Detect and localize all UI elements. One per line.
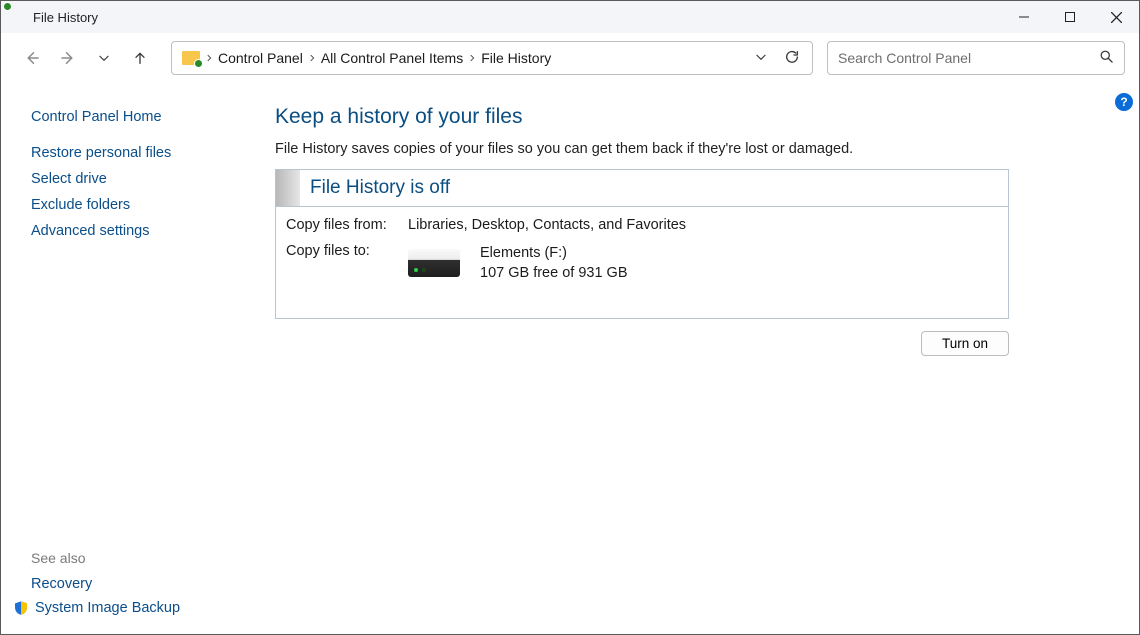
titlebar: File History — [1, 1, 1139, 33]
see-also-system-image-backup[interactable]: System Image Backup — [35, 600, 180, 616]
chevron-right-icon[interactable] — [467, 50, 477, 66]
search-input[interactable] — [838, 50, 1099, 66]
nav-row: Control Panel All Control Panel Items Fi… — [1, 33, 1139, 83]
copy-from-label: Copy files from: — [286, 217, 408, 233]
breadcrumb-segment[interactable]: All Control Panel Items — [321, 50, 463, 66]
breadcrumb-segment[interactable]: File History — [481, 50, 551, 66]
search-icon[interactable] — [1099, 49, 1114, 67]
window-title: File History — [33, 10, 98, 25]
copy-to-label: Copy files to: — [286, 243, 408, 284]
copy-from-value: Libraries, Desktop, Contacts, and Favori… — [408, 217, 998, 233]
panel-stripe — [276, 170, 300, 206]
main-content: Keep a history of your files File Histor… — [259, 83, 1139, 634]
sidebar-link-advanced-settings[interactable]: Advanced settings — [31, 223, 249, 239]
maximize-button[interactable] — [1047, 2, 1093, 32]
sidebar: Control Panel Home Restore personal file… — [1, 83, 259, 634]
breadcrumb-segment[interactable]: Control Panel — [218, 50, 303, 66]
drive-icon — [408, 249, 460, 277]
shield-icon — [13, 600, 29, 616]
back-button[interactable] — [15, 41, 49, 75]
refresh-icon[interactable] — [784, 49, 800, 68]
address-icon — [178, 42, 204, 74]
drive-space: 107 GB free of 931 GB — [480, 263, 628, 283]
panel-title: File History is off — [300, 177, 450, 199]
sidebar-link-select-drive[interactable]: Select drive — [31, 171, 249, 187]
address-bar[interactable]: Control Panel All Control Panel Items Fi… — [171, 41, 813, 75]
chevron-right-icon[interactable] — [204, 50, 214, 66]
minimize-button[interactable] — [1001, 2, 1047, 32]
file-history-icon — [9, 8, 27, 26]
up-button[interactable] — [123, 41, 157, 75]
page-description: File History saves copies of your files … — [275, 141, 1009, 157]
see-also-recovery[interactable]: Recovery — [31, 576, 92, 592]
close-button[interactable] — [1093, 2, 1139, 32]
see-also-section: See also Recovery System Image Backup — [31, 550, 249, 624]
page-heading: Keep a history of your files — [275, 105, 1009, 129]
panel-header: File History is off — [276, 170, 1008, 206]
chevron-right-icon[interactable] — [307, 50, 317, 66]
sidebar-link-exclude-folders[interactable]: Exclude folders — [31, 197, 249, 213]
status-panel: File History is off Copy files from: Lib… — [275, 169, 1009, 319]
search-box[interactable] — [827, 41, 1125, 75]
control-panel-home-link[interactable]: Control Panel Home — [31, 109, 249, 125]
sidebar-link-restore-personal-files[interactable]: Restore personal files — [31, 145, 249, 161]
dropdown-icon[interactable] — [754, 50, 768, 67]
forward-button[interactable] — [51, 41, 85, 75]
turn-on-button[interactable]: Turn on — [921, 331, 1009, 356]
see-also-heading: See also — [31, 550, 249, 566]
drive-name: Elements (F:) — [480, 243, 628, 263]
recent-locations-button[interactable] — [87, 41, 121, 75]
